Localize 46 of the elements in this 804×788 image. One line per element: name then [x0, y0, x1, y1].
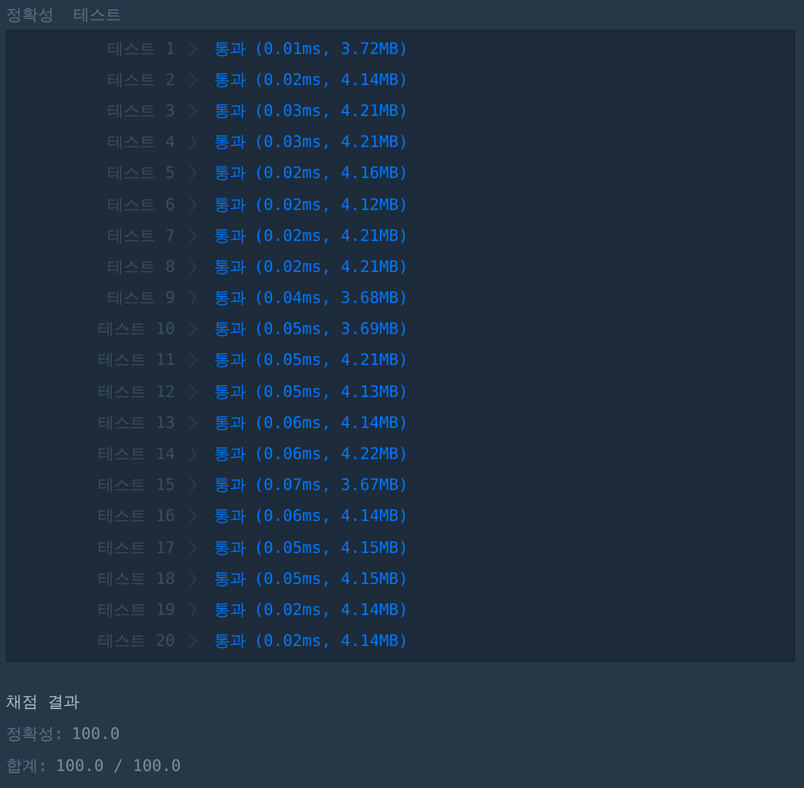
test-detail: (0.04ms, 3.68MB)	[254, 287, 408, 310]
test-detail: (0.02ms, 4.21MB)	[254, 256, 408, 278]
test-result: 통과	[214, 536, 246, 559]
test-detail: (0.06ms, 4.14MB)	[254, 412, 408, 434]
test-detail: (0.05ms, 4.21MB)	[254, 349, 408, 372]
test-detail: (0.05ms, 4.13MB)	[254, 380, 408, 403]
test-result: 통과	[214, 630, 246, 652]
score-label: 정확성:	[6, 724, 64, 743]
test-detail: (0.03ms, 4.21MB)	[254, 100, 408, 122]
score-value: 100.0	[72, 724, 120, 743]
test-result: 통과	[214, 598, 246, 621]
test-result: 통과	[214, 131, 246, 154]
test-result: 통과	[214, 162, 246, 184]
test-detail: (0.07ms, 3.67MB)	[254, 474, 408, 496]
test-result: 통과	[214, 474, 246, 496]
test-detail: (0.02ms, 4.16MB)	[254, 162, 408, 184]
test-result: 통과	[214, 443, 246, 466]
test-detail: (0.02ms, 4.14MB)	[254, 68, 408, 91]
test-detail: (0.05ms, 3.69MB)	[254, 318, 408, 340]
test-detail: (0.02ms, 4.14MB)	[254, 630, 408, 652]
test-detail: (0.02ms, 4.12MB)	[254, 194, 408, 216]
test-detail: (0.02ms, 4.14MB)	[254, 598, 408, 621]
test-result: 통과	[214, 224, 246, 247]
test-result: 통과	[214, 38, 246, 60]
test-result: 통과	[214, 380, 246, 403]
test-result: 통과	[214, 68, 246, 91]
score-label: 합계:	[6, 756, 48, 775]
test-result: 통과	[214, 318, 246, 340]
test-result: 통과	[214, 287, 246, 310]
test-result: 통과	[214, 349, 246, 372]
test-detail: (0.05ms, 4.15MB)	[254, 536, 408, 559]
test-detail: (0.06ms, 4.14MB)	[254, 505, 408, 528]
test-result: 통과	[214, 412, 246, 434]
test-result: 통과	[214, 568, 246, 590]
score-value: 100.0 / 100.0	[56, 756, 181, 775]
test-result: 통과	[214, 194, 246, 216]
test-detail: (0.01ms, 3.72MB)	[254, 38, 408, 60]
section-title: 정확성 테스트	[5, 4, 122, 26]
test-detail: (0.05ms, 4.15MB)	[254, 568, 408, 590]
summary-title: 채점 결과	[6, 690, 81, 713]
test-detail: (0.06ms, 4.22MB)	[254, 443, 408, 466]
test-result: 통과	[214, 100, 246, 122]
test-result: 통과	[214, 256, 246, 278]
test-result: 통과	[214, 505, 246, 528]
test-detail: (0.02ms, 4.21MB)	[254, 224, 408, 247]
test-detail: (0.03ms, 4.21MB)	[254, 131, 408, 154]
